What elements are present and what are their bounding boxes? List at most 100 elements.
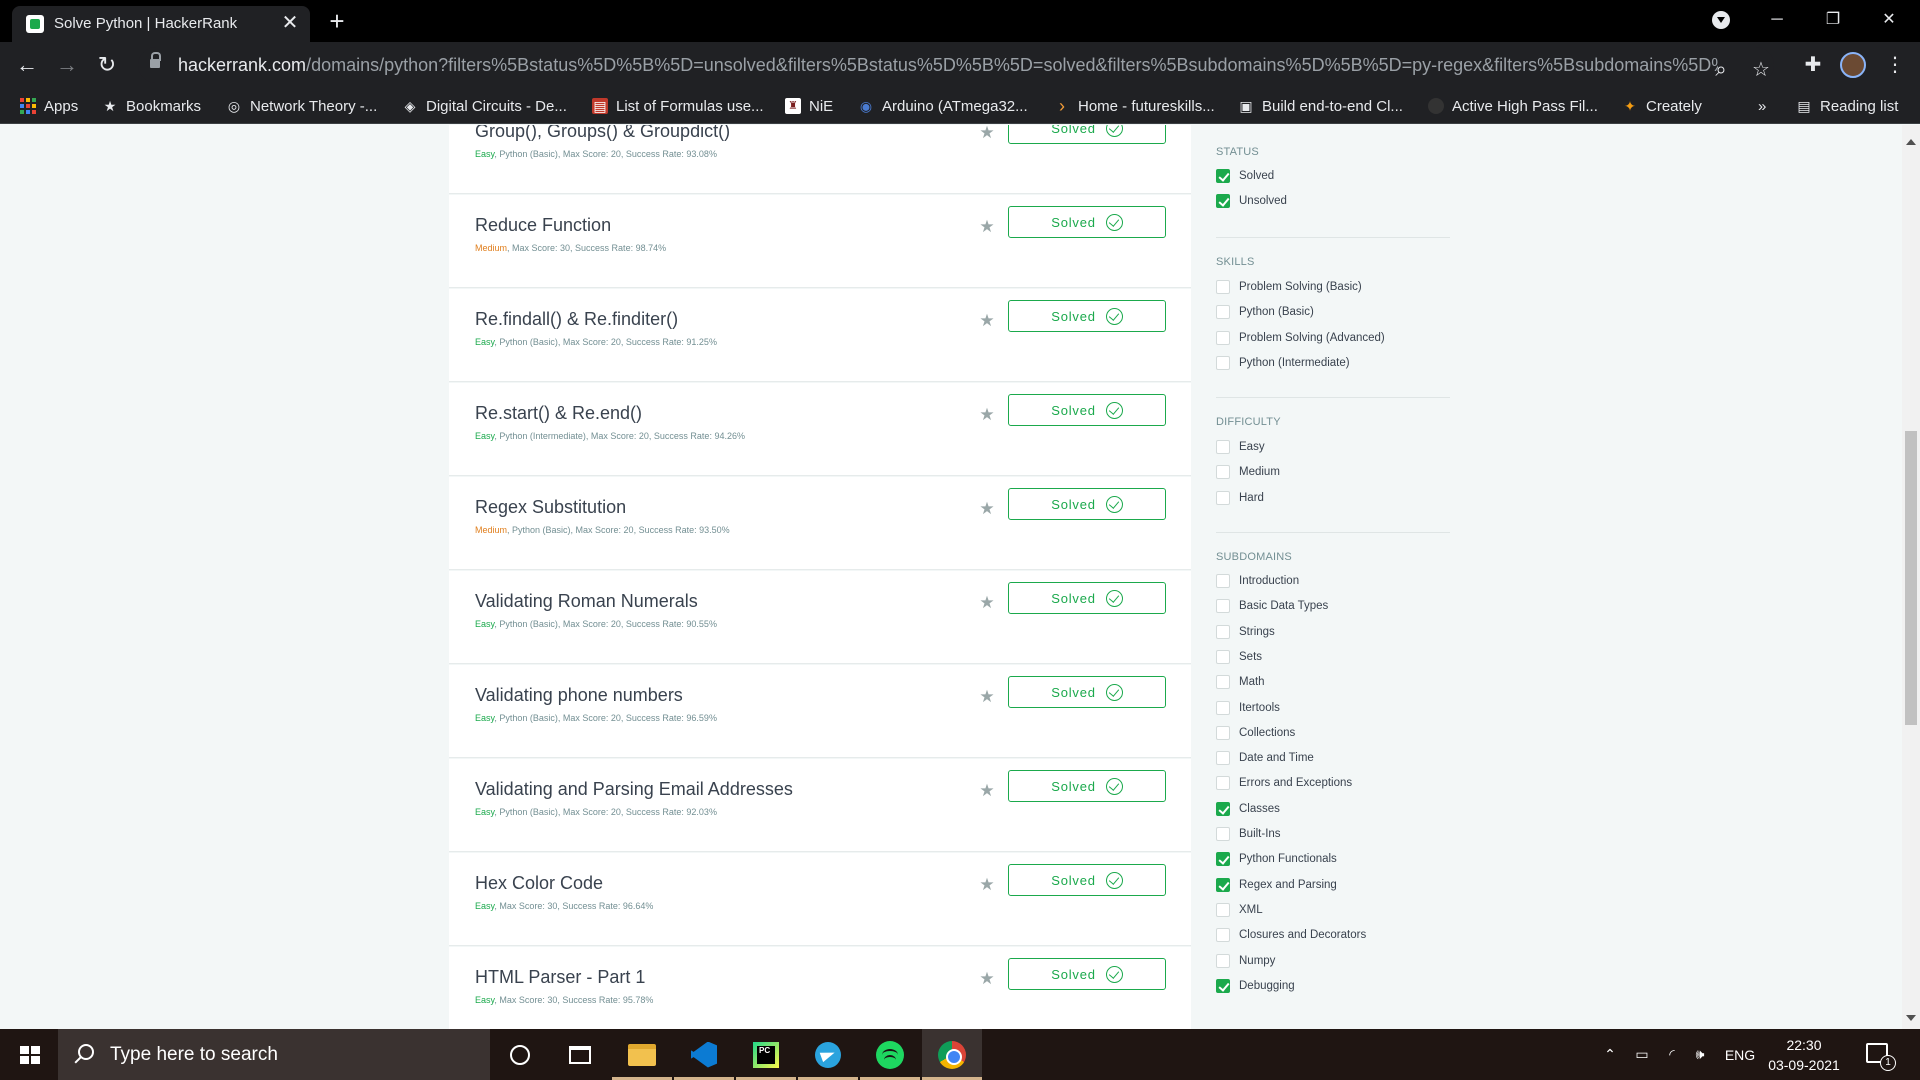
- zoom-icon[interactable]: ⌕: [1706, 55, 1736, 85]
- checkbox[interactable]: [1216, 465, 1230, 479]
- filter-subdomains-python-functionals[interactable]: Python Functionals: [1216, 850, 1337, 868]
- challenge-card[interactable]: Re.findall() & Re.finditer() Easy, Python…: [449, 289, 1191, 382]
- checkbox[interactable]: [1216, 305, 1230, 319]
- challenge-title[interactable]: Re.start() & Re.end(): [475, 403, 642, 424]
- browser-menu-icon[interactable]: ⋮: [1880, 50, 1910, 80]
- tab-search-icon[interactable]: [1712, 11, 1730, 29]
- filter-difficulty-hard[interactable]: Hard: [1216, 489, 1264, 507]
- filter-subdomains-sets[interactable]: Sets: [1216, 648, 1262, 666]
- filter-difficulty-medium[interactable]: Medium: [1216, 463, 1280, 481]
- bookmark-star-icon[interactable]: ★: [977, 311, 997, 331]
- scroll-thumb[interactable]: [1905, 431, 1917, 725]
- challenge-card[interactable]: Regex Substitution Medium, Python (Basic)…: [449, 477, 1191, 570]
- close-window-icon[interactable]: ✕: [1864, 0, 1914, 40]
- bookmark-network-theory[interactable]: ◎ Network Theory -...: [226, 96, 377, 116]
- filter-status-unsolved[interactable]: Unsolved: [1216, 192, 1287, 210]
- challenge-title[interactable]: Validating and Parsing Email Addresses: [475, 779, 793, 800]
- bookmark-nie[interactable]: ♜ NiE: [785, 96, 833, 116]
- language-indicator[interactable]: ENG: [1720, 1029, 1760, 1080]
- vscode-button[interactable]: [674, 1029, 734, 1080]
- bookmark-digital-circuits[interactable]: ◈ Digital Circuits - De...: [402, 96, 567, 116]
- filter-status-solved[interactable]: Solved: [1216, 167, 1274, 185]
- address-bar[interactable]: hackerrank.com/domains/python?filters%5B…: [138, 47, 1774, 83]
- solved-button[interactable]: Solved: [1008, 488, 1166, 520]
- challenge-card[interactable]: HTML Parser - Part 1 Easy, Max Score: 30,…: [449, 947, 1191, 1029]
- filter-subdomains-collections[interactable]: Collections: [1216, 724, 1295, 742]
- bookmark-list-of-formulas[interactable]: ▤ List of Formulas use...: [592, 96, 764, 116]
- start-button[interactable]: [0, 1029, 58, 1080]
- bookmark-star-icon[interactable]: ★: [977, 875, 997, 895]
- scroll-down-arrow-icon[interactable]: [1906, 1015, 1916, 1021]
- checkbox[interactable]: [1216, 979, 1230, 993]
- filter-skills-problem-solving-basic[interactable]: Problem Solving (Basic): [1216, 278, 1362, 296]
- challenge-card[interactable]: Validating and Parsing Email Addresses Ea…: [449, 759, 1191, 852]
- new-tab-button[interactable]: +: [322, 6, 352, 36]
- checkbox[interactable]: [1216, 356, 1230, 370]
- filter-subdomains-debugging[interactable]: Debugging: [1216, 977, 1295, 995]
- checkbox[interactable]: [1216, 802, 1230, 816]
- browser-tab-active[interactable]: Solve Python | HackerRank ✕: [12, 6, 310, 42]
- reading-list-button[interactable]: ▤ Reading list: [1796, 96, 1898, 116]
- forward-arrow-icon[interactable]: →: [52, 50, 82, 80]
- taskbar-search[interactable]: Type here to search: [58, 1029, 490, 1080]
- bookmark-star-icon[interactable]: ★: [977, 687, 997, 707]
- bookmark-arduino[interactable]: ◉ Arduino (ATmega32...: [858, 96, 1028, 116]
- checkbox[interactable]: [1216, 280, 1230, 294]
- filter-subdomains-introduction[interactable]: Introduction: [1216, 572, 1299, 590]
- challenge-title[interactable]: Regex Substitution: [475, 497, 626, 518]
- filter-subdomains-itertools[interactable]: Itertools: [1216, 699, 1280, 717]
- bookmark-star-icon[interactable]: ★: [977, 969, 997, 989]
- bookmark-build-end-to-end[interactable]: ▣ Build end-to-end Cl...: [1238, 96, 1403, 116]
- filter-subdomains-built-ins[interactable]: Built-Ins: [1216, 825, 1281, 843]
- back-arrow-icon[interactable]: ←: [12, 50, 42, 80]
- bookmark-star-icon[interactable]: ★: [977, 781, 997, 801]
- challenge-card[interactable]: Re.start() & Re.end() Easy, Python (Inter…: [449, 383, 1191, 476]
- filter-subdomains-date-and-time[interactable]: Date and Time: [1216, 749, 1314, 767]
- task-view-button[interactable]: [550, 1029, 610, 1080]
- url-text[interactable]: hackerrank.com/domains/python?filters%5B…: [178, 55, 1718, 76]
- checkbox[interactable]: [1216, 776, 1230, 790]
- telegram-button[interactable]: [798, 1029, 858, 1080]
- battery-icon[interactable]: ▭: [1630, 1029, 1654, 1080]
- challenge-card[interactable]: Validating phone numbers Easy, Python (Ba…: [449, 665, 1191, 758]
- extensions-puzzle-icon[interactable]: ✚: [1798, 50, 1828, 80]
- bookmark-apps[interactable]: Apps: [20, 96, 78, 116]
- solved-button[interactable]: Solved: [1008, 582, 1166, 614]
- checkbox[interactable]: [1216, 954, 1230, 968]
- challenge-title[interactable]: Validating phone numbers: [475, 685, 683, 706]
- filter-subdomains-math[interactable]: Math: [1216, 673, 1265, 691]
- cortana-button[interactable]: [490, 1029, 550, 1080]
- checkbox[interactable]: [1216, 650, 1230, 664]
- solved-button[interactable]: Solved: [1008, 394, 1166, 426]
- bookmarks-overflow-icon[interactable]: »: [1758, 96, 1766, 116]
- solved-button[interactable]: Solved: [1008, 864, 1166, 896]
- bookmark-star-icon[interactable]: ★: [977, 499, 997, 519]
- solved-button[interactable]: Solved: [1008, 958, 1166, 990]
- volume-icon[interactable]: 🕪: [1688, 1029, 1712, 1080]
- file-explorer-button[interactable]: [612, 1029, 672, 1080]
- minimize-window-icon[interactable]: ─: [1752, 0, 1802, 40]
- filter-difficulty-easy[interactable]: Easy: [1216, 438, 1265, 456]
- bookmark-star-icon[interactable]: ★: [977, 405, 997, 425]
- bookmark-star-icon[interactable]: ★: [977, 217, 997, 237]
- filter-subdomains-errors-and-exceptions[interactable]: Errors and Exceptions: [1216, 774, 1352, 792]
- bookmark-star-icon[interactable]: ★: [977, 125, 997, 143]
- checkbox[interactable]: [1216, 625, 1230, 639]
- checkbox[interactable]: [1216, 491, 1230, 505]
- challenge-card[interactable]: Hex Color Code Easy, Max Score: 30, Succe…: [449, 853, 1191, 946]
- checkbox[interactable]: [1216, 852, 1230, 866]
- checkbox[interactable]: [1216, 331, 1230, 345]
- chrome-button[interactable]: [922, 1029, 982, 1080]
- filter-subdomains-numpy[interactable]: Numpy: [1216, 952, 1275, 970]
- filter-skills-problem-solving-advanced[interactable]: Problem Solving (Advanced): [1216, 329, 1385, 347]
- lock-icon[interactable]: [150, 52, 161, 69]
- checkbox[interactable]: [1216, 440, 1230, 454]
- challenge-title[interactable]: Re.findall() & Re.finditer(): [475, 309, 678, 330]
- checkbox[interactable]: [1216, 903, 1230, 917]
- solved-button[interactable]: Solved: [1008, 206, 1166, 238]
- checkbox[interactable]: [1216, 675, 1230, 689]
- solved-button[interactable]: Solved: [1008, 676, 1166, 708]
- checkbox[interactable]: [1216, 726, 1230, 740]
- challenge-title[interactable]: Hex Color Code: [475, 873, 603, 894]
- bookmark-creately[interactable]: ✦ Creately: [1622, 96, 1702, 116]
